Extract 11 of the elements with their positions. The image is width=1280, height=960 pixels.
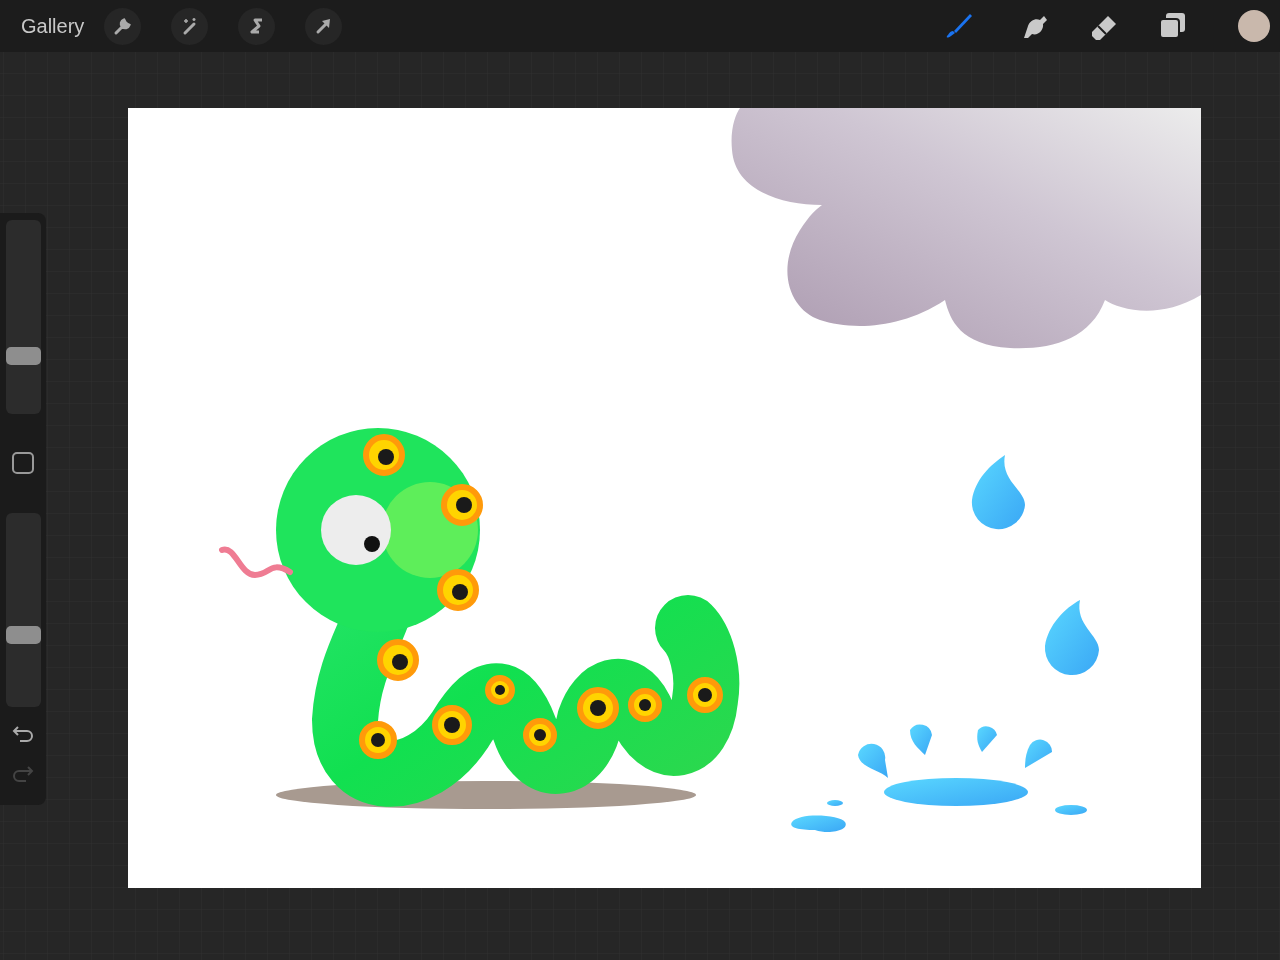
slider-thumb[interactable]	[5, 625, 41, 644]
gallery-button[interactable]: Gallery	[21, 11, 85, 41]
slider-track[interactable]	[5, 220, 41, 414]
magic-wand-icon[interactable]	[171, 7, 209, 45]
slider-thumb[interactable]	[5, 346, 41, 365]
undo-icon[interactable]	[12, 725, 34, 743]
color-swatch[interactable]	[1238, 10, 1270, 42]
settings-icon[interactable]	[104, 7, 142, 45]
selection-icon[interactable]	[238, 7, 276, 45]
square-icon[interactable]	[12, 452, 34, 474]
slider-track[interactable]	[5, 513, 41, 707]
